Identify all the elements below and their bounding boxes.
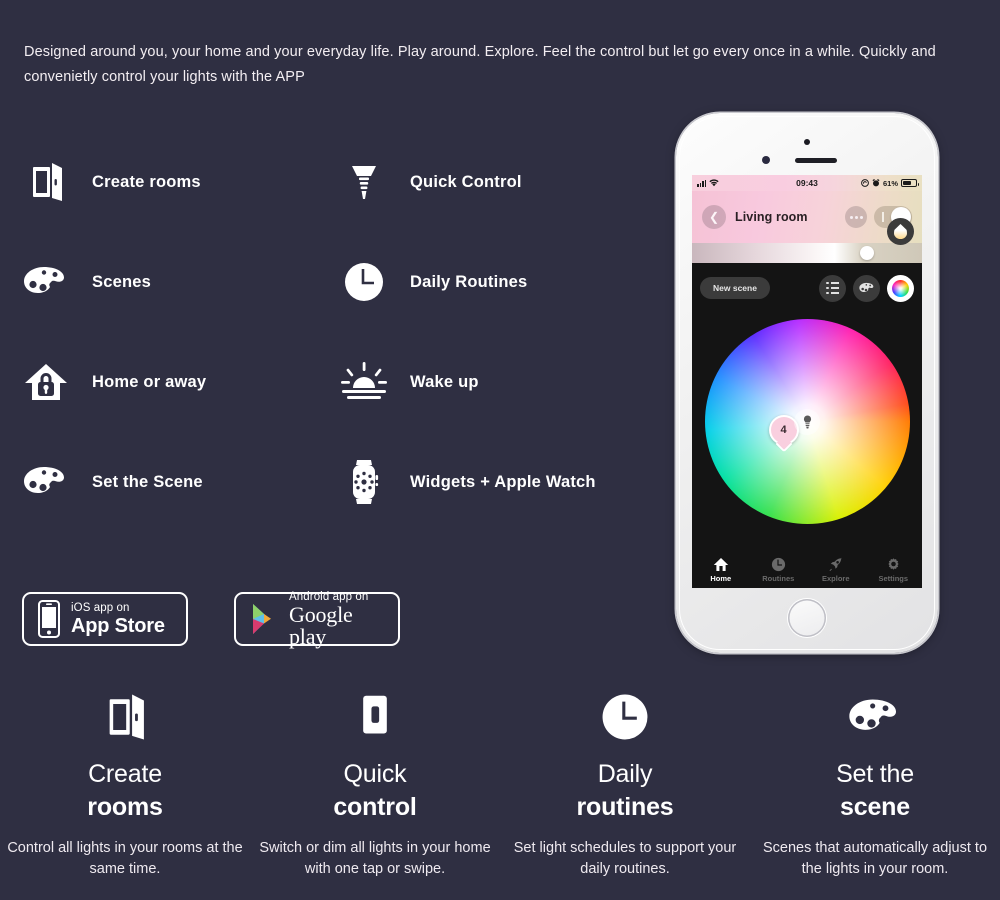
google-play-badge[interactable]: Android app on Google play	[234, 591, 400, 649]
card-title-line1: Create	[88, 760, 162, 788]
color-wheel[interactable]: 4	[704, 319, 910, 524]
feature-label: Wake up	[410, 372, 479, 391]
clock-icon	[771, 557, 786, 572]
card-title-line2: routines	[576, 793, 674, 821]
intro-paragraph: Designed around you, your home and your …	[24, 44, 936, 85]
card-title-line1: Daily	[597, 760, 653, 788]
card-description: Scenes that automatically adjust to the …	[762, 840, 988, 877]
tab-explore[interactable]: Explore	[807, 557, 865, 583]
card-description: Set light schedules to support your dail…	[513, 840, 737, 877]
color-wheel-icon[interactable]	[887, 274, 914, 302]
tab-label: Explore	[821, 574, 850, 583]
feature-item-set-the-scene: Set the Scene	[22, 432, 340, 532]
app-store-badge[interactable]: iOS app on App Store	[22, 592, 188, 646]
battery-icon	[901, 179, 919, 187]
google-play-triangle-icon	[250, 603, 278, 635]
open-door-icon	[22, 158, 70, 206]
card-description: Control all lights in your rooms at the …	[7, 840, 243, 877]
bottom-card-create-rooms: Create rooms Control all lights in your …	[0, 688, 250, 880]
feature-label: Daily Routines	[410, 272, 528, 291]
earpiece-speaker-icon	[795, 158, 837, 163]
light-switch-icon	[256, 688, 494, 746]
rocket-icon	[828, 557, 843, 572]
phone-mockup: 09:43 61% ❮ Living room New scene 4 Home…	[676, 113, 938, 653]
paint-palette-icon	[22, 458, 70, 506]
open-door-icon	[6, 688, 244, 746]
promo-page: Designed around you, your home and your …	[0, 0, 1000, 900]
sunrise-icon	[340, 358, 388, 406]
feature-item-widgets-apple-watch: Widgets + Apple Watch	[340, 432, 658, 532]
store-badges: iOS app on App Store Android app on Goog…	[22, 591, 400, 649]
brightness-slider-handle[interactable]	[860, 246, 874, 260]
phone-screen: 09:43 61% ❮ Living room New scene 4 Home…	[692, 175, 922, 588]
tab-label: Settings	[878, 574, 909, 583]
front-camera-icon	[804, 139, 810, 145]
feature-item-quick-control: Quick Control	[340, 132, 658, 232]
white-temperature-icon[interactable]	[887, 218, 914, 245]
tab-label: Routines	[762, 574, 795, 583]
feature-label: Create rooms	[92, 172, 201, 191]
scene-list-icon[interactable]	[819, 274, 846, 302]
feature-label: Home or away	[92, 372, 207, 391]
badge-bottom-text: App Store	[71, 614, 165, 637]
scene-controls-row: New scene	[692, 263, 922, 313]
light-bulb-icon[interactable]	[794, 408, 820, 435]
gear-icon	[886, 557, 901, 572]
badge-top-text: iOS app on	[71, 601, 130, 614]
feature-item-create-rooms: Create rooms	[22, 132, 340, 232]
card-title-line2: control	[333, 793, 417, 821]
iphone-icon	[38, 600, 60, 638]
feature-item-scenes: Scenes	[22, 232, 340, 332]
feature-label: Widgets + Apple Watch	[410, 472, 596, 491]
tab-home[interactable]: Home	[692, 557, 750, 583]
chevron-left-icon[interactable]: ❮	[702, 205, 726, 229]
feature-item-wake-up: Wake up	[340, 332, 658, 432]
bottom-card-quick-control: Quick control Switch or dim all lights i…	[250, 688, 500, 880]
brightness-slider[interactable]	[692, 243, 922, 263]
palette-icon[interactable]	[853, 274, 880, 302]
more-dots-icon[interactable]	[845, 206, 867, 228]
card-title-line2: scene	[840, 793, 910, 821]
feature-item-home-or-away: Home or away	[22, 332, 340, 432]
ios-status-bar: 09:43 61%	[692, 175, 922, 191]
status-bar-time: 09:43	[796, 178, 818, 188]
card-title-line1: Set the	[836, 760, 914, 788]
card-description: Switch or dim all lights in your home wi…	[259, 840, 491, 877]
light-bulb-icon	[340, 158, 388, 206]
tab-settings[interactable]: Settings	[865, 557, 923, 583]
apple-watch-icon	[340, 458, 388, 506]
bottom-feature-cards: Create rooms Control all lights in your …	[0, 688, 1000, 880]
feature-item-daily-routines: Daily Routines	[340, 232, 658, 332]
card-title-line1: Quick	[343, 760, 407, 788]
feature-label: Set the Scene	[92, 472, 203, 491]
bottom-card-set-the-scene: Set the scene Scenes that automatically …	[750, 688, 1000, 880]
color-picker-area[interactable]: 4	[692, 313, 922, 581]
room-name-label: Living room	[735, 210, 808, 224]
house-lock-icon	[22, 358, 70, 406]
toggle-tick	[882, 212, 884, 222]
feature-label: Quick Control	[410, 172, 522, 191]
clock-icon	[340, 258, 388, 306]
badge-bottom-text: Google play	[289, 601, 353, 649]
tab-label: Home	[710, 574, 732, 583]
bottom-card-daily-routines: Daily routines Set light schedules to su…	[500, 688, 750, 880]
home-button[interactable]	[788, 599, 826, 637]
tab-routines[interactable]: Routines	[750, 557, 808, 583]
card-title-line2: rooms	[87, 793, 163, 821]
feature-list: Create rooms Quick Control Scenes Daily …	[22, 132, 662, 532]
home-icon	[713, 557, 729, 572]
clock-icon	[506, 688, 744, 746]
proximity-sensor-icon	[762, 156, 770, 164]
new-scene-button[interactable]: New scene	[700, 277, 770, 299]
paint-palette-icon	[22, 258, 70, 306]
paint-palette-icon	[756, 688, 994, 746]
feature-label: Scenes	[92, 272, 151, 291]
bottom-tab-bar: Home Routines Explore Settings	[692, 552, 922, 588]
